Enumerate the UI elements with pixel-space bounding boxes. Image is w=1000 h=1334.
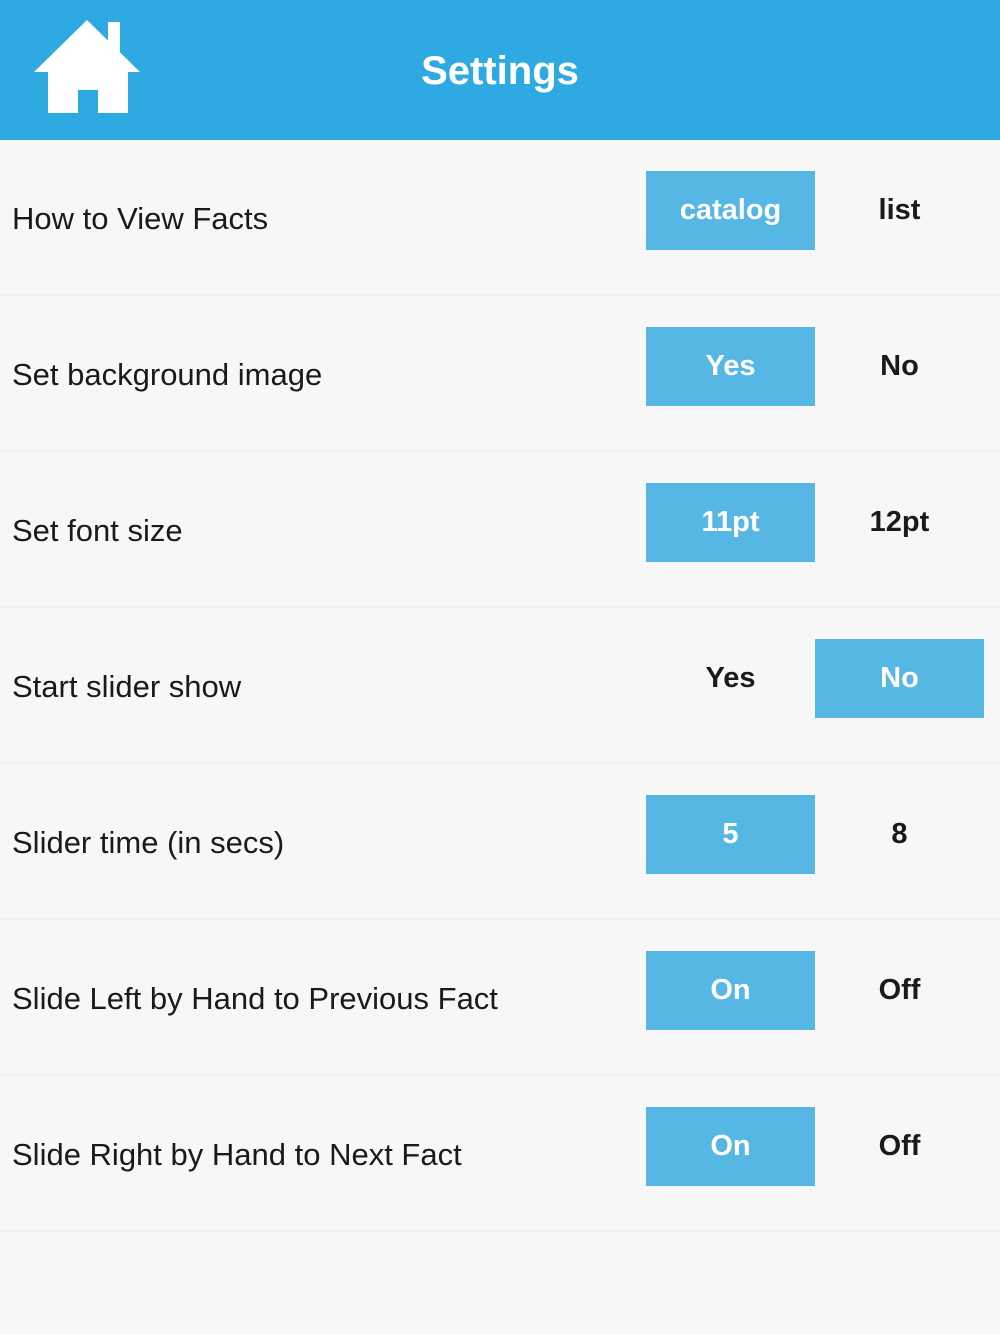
setting-label: Slider time (in secs) xyxy=(12,825,285,860)
option-list[interactable]: list xyxy=(815,171,984,250)
option-catalog[interactable]: catalog xyxy=(646,171,815,250)
setting-row-slider-time: Slider time (in secs) 5 8 xyxy=(0,764,1000,920)
setting-row-background-image: Set background image Yes No xyxy=(0,296,1000,452)
option-5-secs[interactable]: 5 xyxy=(646,795,815,874)
setting-row-font-size: Set font size 11pt 12pt xyxy=(0,452,1000,608)
option-off[interactable]: Off xyxy=(815,951,984,1030)
option-8-secs[interactable]: 8 xyxy=(815,795,984,874)
setting-label: Slide Left by Hand to Previous Fact xyxy=(12,981,498,1016)
setting-row-view-facts: How to View Facts catalog list xyxy=(0,140,1000,296)
option-on[interactable]: On xyxy=(646,1107,815,1186)
option-yes[interactable]: Yes xyxy=(646,639,815,718)
setting-label: Set background image xyxy=(12,357,323,392)
header-bar: Settings xyxy=(0,0,1000,140)
setting-label: How to View Facts xyxy=(12,201,269,236)
option-on[interactable]: On xyxy=(646,951,815,1030)
option-12pt[interactable]: 12pt xyxy=(815,483,984,562)
option-11pt[interactable]: 11pt xyxy=(646,483,815,562)
option-off[interactable]: Off xyxy=(815,1107,984,1186)
setting-row-slider-show: Start slider show Yes No xyxy=(0,608,1000,764)
setting-label: Start slider show xyxy=(12,669,242,704)
setting-row-slide-right: Slide Right by Hand to Next Fact On Off xyxy=(0,1076,1000,1232)
option-yes[interactable]: Yes xyxy=(646,327,815,406)
page-title: Settings xyxy=(421,49,579,93)
setting-label: Slide Right by Hand to Next Fact xyxy=(12,1137,462,1172)
setting-row-slide-left: Slide Left by Hand to Previous Fact On O… xyxy=(0,920,1000,1076)
setting-label: Set font size xyxy=(12,513,183,548)
settings-list: How to View Facts catalog list Set backg… xyxy=(0,140,1000,1232)
option-no[interactable]: No xyxy=(815,327,984,406)
option-no[interactable]: No xyxy=(815,639,984,718)
